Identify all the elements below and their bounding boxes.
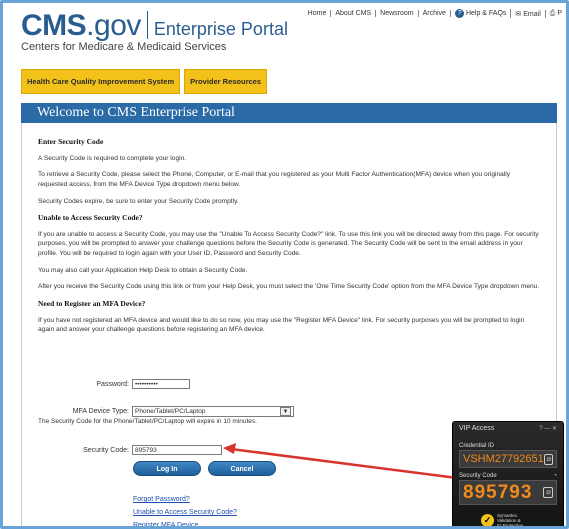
- copy-icon[interactable]: ⧉: [543, 453, 553, 465]
- vip-access-widget: VIP Access ? — ✕ Credential ID VSHM27792…: [452, 421, 564, 528]
- vip-code-box: 895793 ⧉: [459, 480, 557, 505]
- copy-code-icon[interactable]: ⧉: [543, 487, 553, 498]
- credential-id-label: Credential ID: [459, 443, 495, 449]
- browser-frame: CMS.gov Enterprise Portal Centers for Med…: [0, 0, 569, 529]
- vip-code-label: Security Code: [459, 473, 497, 479]
- brand-line-3: ID Protection: [497, 523, 524, 528]
- credential-id-box: VSHM27792651 ⧉: [459, 450, 557, 468]
- credential-id-value: VSHM27792651: [463, 453, 544, 465]
- arrow-line: [230, 447, 474, 482]
- checkmark-icon: ✓: [481, 514, 494, 526]
- arrow-head: [223, 443, 236, 454]
- timer-icon: ◔: [553, 473, 557, 479]
- symantec-brand: ✓ Symantec. Validation & ID Protection: [481, 513, 524, 528]
- window-controls-icon[interactable]: ? — ✕: [539, 425, 557, 432]
- vip-code-value: 895793: [463, 481, 533, 503]
- vip-code-header: Security Code ◔: [453, 473, 563, 479]
- vip-title: VIP Access: [459, 425, 495, 432]
- vip-titlebar: VIP Access ? — ✕: [453, 422, 563, 435]
